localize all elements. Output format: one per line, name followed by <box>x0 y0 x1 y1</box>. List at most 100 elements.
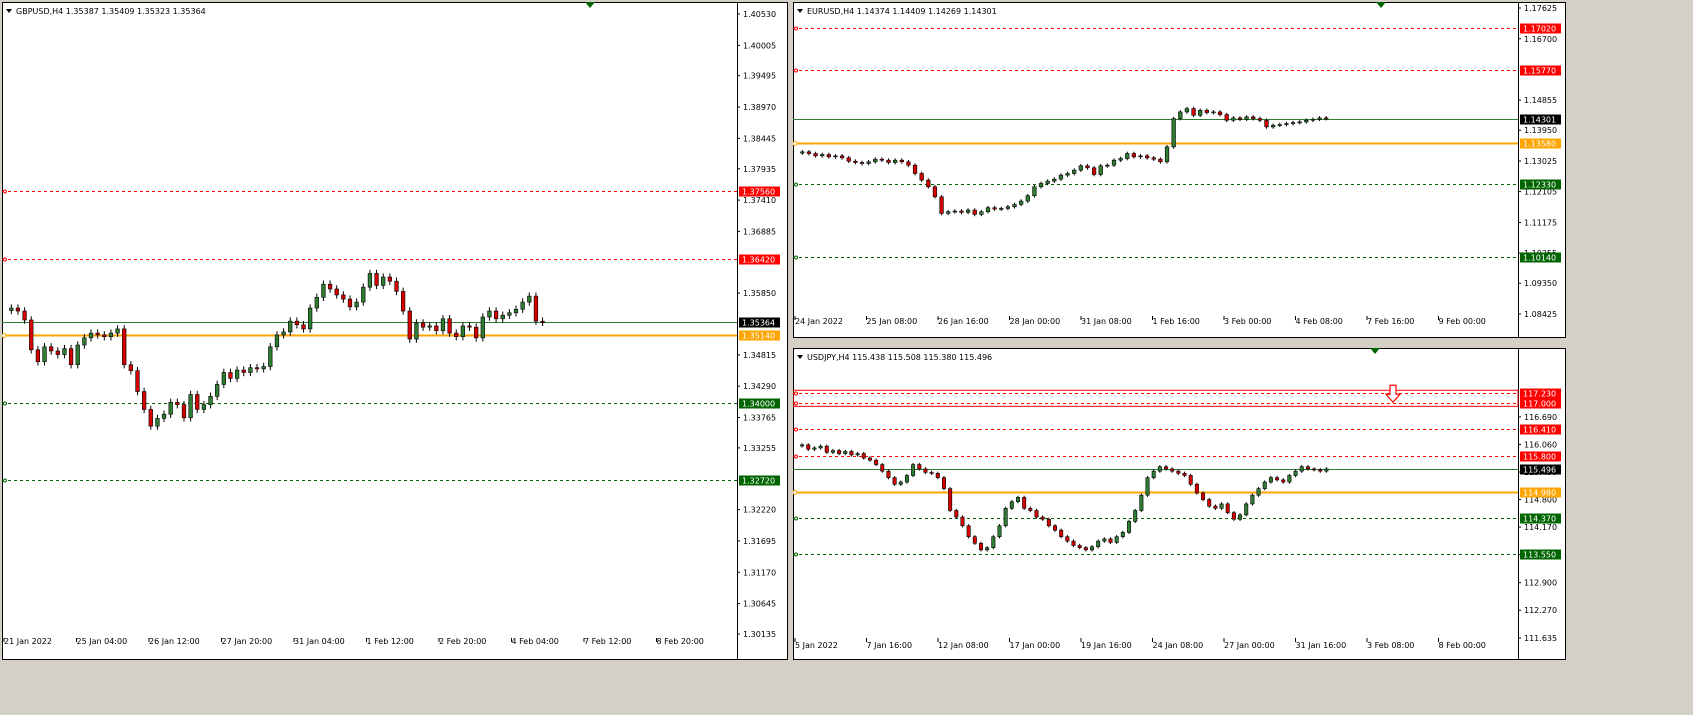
x-tick-label: 19 Jan 16:00 <box>1081 641 1132 650</box>
candle-body <box>1275 477 1280 481</box>
candle <box>493 307 499 323</box>
candle <box>906 159 911 167</box>
candle <box>997 524 1002 539</box>
candle <box>1133 508 1138 524</box>
candle-body <box>1072 169 1077 174</box>
candle-body <box>853 160 858 163</box>
candle <box>1170 467 1175 473</box>
candle <box>1019 199 1024 207</box>
candle-body <box>88 332 94 339</box>
candle-body <box>520 301 525 310</box>
candle-body <box>387 276 392 282</box>
candle <box>354 298 359 311</box>
candle-body <box>268 346 273 367</box>
candle-body <box>1176 470 1181 474</box>
line-anchor <box>794 516 798 521</box>
candle-body <box>1213 505 1218 509</box>
candle-body <box>932 186 938 198</box>
candle <box>261 362 266 373</box>
candle <box>923 467 928 475</box>
y-tick-label: 1.31170 <box>743 568 776 577</box>
candle <box>228 368 233 383</box>
candle <box>886 469 891 480</box>
candle <box>215 380 220 401</box>
y-tick-label: 1.34290 <box>743 382 776 391</box>
candle <box>108 329 114 341</box>
candle-body <box>1028 507 1033 511</box>
candle-body <box>1045 180 1050 184</box>
candle <box>520 298 525 313</box>
y-tick-label: 1.11175 <box>1524 219 1557 228</box>
period-marker-icon <box>1376 2 1386 8</box>
candle-body <box>22 310 27 321</box>
gbpusd-chart[interactable]: GBPUSD,H4 1.35387 1.35409 1.35323 1.3536… <box>2 2 788 660</box>
candle <box>407 307 412 343</box>
candle-body <box>1118 158 1123 161</box>
candle-body <box>1003 507 1008 527</box>
candle <box>806 150 812 156</box>
x-tick-label: 4 Feb 04:00 <box>512 637 559 646</box>
candle-body <box>62 348 67 355</box>
candle <box>1145 476 1150 497</box>
candle-body <box>460 325 466 337</box>
x-tick-label: 31 Jan 04:00 <box>294 637 345 646</box>
usdjpy-chart[interactable]: USDJPY,H4 115.438 115.508 115.380 115.49… <box>793 348 1566 660</box>
usdjpy-chart-pane[interactable]: USDJPY,H4 115.438 115.508 115.380 115.49… <box>793 348 1566 660</box>
candle <box>849 449 854 457</box>
candle <box>892 476 897 486</box>
x-tick-label: 17 Jan 00:00 <box>1010 641 1061 650</box>
candle-body <box>1052 178 1057 182</box>
candle <box>1182 471 1187 478</box>
candle-body <box>533 295 539 322</box>
y-tick-label: 1.36885 <box>743 227 776 236</box>
candle-body <box>148 409 153 427</box>
line-anchor <box>794 391 798 396</box>
x-tick-label: 24 Jan 2022 <box>795 317 843 326</box>
candle <box>939 194 944 216</box>
gbpusd-chart-pane[interactable]: GBPUSD,H4 1.35387 1.35409 1.35323 1.3536… <box>2 2 788 660</box>
candle <box>9 304 14 315</box>
line-anchor <box>794 182 798 187</box>
y-tick-label: 1.40005 <box>743 41 776 50</box>
candle <box>274 331 280 351</box>
candle <box>440 315 446 335</box>
y-tick-label: 114.170 <box>1524 523 1557 532</box>
candle-body <box>1281 479 1286 483</box>
candle-body <box>904 475 909 483</box>
candle <box>1059 528 1064 539</box>
candle-body <box>824 445 829 453</box>
candle <box>979 209 984 217</box>
candle <box>1151 156 1156 162</box>
candle-body <box>833 155 838 158</box>
candle <box>334 285 339 299</box>
price-label: 115.800 <box>1523 453 1556 462</box>
candle <box>281 328 286 339</box>
candle <box>148 405 153 430</box>
plot-border <box>793 348 1519 660</box>
x-tick-label: 7 Jan 16:00 <box>867 641 913 650</box>
candle-body <box>228 372 233 379</box>
candle-body <box>965 209 971 213</box>
y-tick-label: 1.38970 <box>743 103 776 112</box>
candle-body <box>1256 488 1261 496</box>
y-tick-label: 1.30135 <box>743 630 776 639</box>
candle <box>1244 502 1249 517</box>
candle <box>1238 513 1243 521</box>
candle-body <box>1304 119 1309 123</box>
candle-body <box>347 298 353 308</box>
candle <box>959 209 964 215</box>
candle-body <box>1305 466 1310 470</box>
line-anchor <box>3 257 7 262</box>
candle <box>1091 165 1097 177</box>
eurusd-chart[interactable]: EURUSD,H4 1.14374 1.14409 1.14269 1.1430… <box>793 2 1566 338</box>
candle <box>1098 163 1103 177</box>
candle <box>1207 497 1212 508</box>
candle-body <box>960 516 965 527</box>
candle <box>248 363 253 377</box>
eurusd-chart-pane[interactable]: EURUSD,H4 1.14374 1.14409 1.14269 1.1430… <box>793 2 1566 338</box>
candle <box>1157 465 1162 473</box>
candle-body <box>1151 157 1156 160</box>
candle-body <box>493 310 499 320</box>
candle-body <box>1127 521 1132 533</box>
chart-header: GBPUSD,H4 1.35387 1.35409 1.35323 1.3536… <box>16 7 206 16</box>
